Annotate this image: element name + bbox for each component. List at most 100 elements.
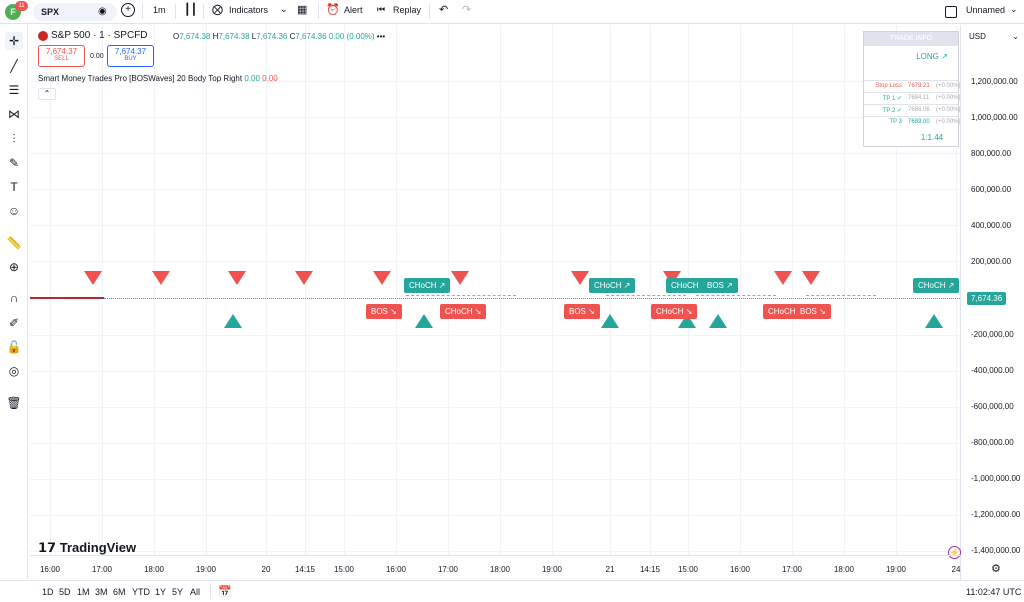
symbol-label: SPX	[41, 7, 60, 17]
chevron-down-icon: ⌄	[1012, 32, 1019, 41]
alert-icon[interactable]: ⏰	[326, 3, 340, 16]
divider	[203, 4, 204, 19]
bearish-marker	[451, 271, 469, 285]
symbol-title[interactable]: S&P 500 · 1 · SPCFD	[51, 30, 148, 41]
sell-button[interactable]: 7,674.37 SELL	[38, 45, 85, 67]
grid-line	[30, 407, 960, 408]
bearish-marker	[228, 271, 246, 285]
emoji-icon[interactable]: ☺	[5, 202, 23, 220]
price-label: 600,000.00	[971, 185, 1012, 194]
ruler-icon[interactable]: 📏	[5, 234, 23, 252]
chart-pane[interactable]: CHoCH ↗ CHoCH ↗ CHoCH ↗ BOS ↗ CHoCH ↗ BO…	[30, 25, 960, 555]
clock[interactable]: 11:02:47 UTC	[966, 587, 1021, 597]
grid-line	[30, 117, 960, 118]
bullish-marker	[224, 314, 242, 328]
range-3m[interactable]: 3M	[95, 587, 108, 597]
grid-line	[206, 25, 207, 555]
goto-date-icon[interactable]: 📅	[218, 585, 232, 598]
layout-checkbox[interactable]	[945, 6, 957, 18]
price-label: 1,000,000.00	[971, 113, 1018, 122]
forecast-icon[interactable]: ⫶	[5, 130, 23, 148]
symbol-logo	[38, 31, 48, 41]
zoom-icon[interactable]: ⊕	[5, 258, 23, 276]
time-label: 16:00	[385, 565, 407, 574]
grid-line	[30, 515, 960, 516]
trade-row-tp3: TP 3 7689.00 (+0.00%)	[864, 116, 961, 127]
indicator-legend[interactable]: Smart Money Trades Pro [BOSWaves] 20 Bod…	[38, 74, 278, 83]
range-1d[interactable]: 1D	[42, 587, 54, 597]
layouts-icon[interactable]: ▦	[297, 3, 307, 16]
bearish-marker	[373, 271, 391, 285]
trash-icon[interactable]: 🗑	[5, 394, 23, 412]
ohlc-readout: O7,674.38 H7,674.38 L7,674.36 C7,674.36 …	[173, 32, 386, 41]
settings-gear-icon[interactable]: ⚙	[991, 562, 1001, 575]
indicators-button[interactable]: Indicators	[229, 5, 268, 15]
alert-button[interactable]: Alert	[344, 5, 363, 15]
time-label: 21	[605, 565, 615, 574]
bearish-marker	[152, 271, 170, 285]
replay-icon[interactable]: ⏮	[377, 4, 385, 15]
compare-symbol-button[interactable]: +	[121, 3, 135, 17]
tv-logo-icon: 𝟭𝟳	[38, 540, 57, 555]
fib-icon[interactable]: ☰	[5, 81, 23, 99]
trendline-icon[interactable]: ╱	[5, 57, 23, 75]
current-price-tag: 7,674.36	[967, 292, 1007, 305]
grid-line	[30, 335, 960, 336]
top-toolbar: F 11 SPX ◉ + 1m ┃┃ ⨂ Indicators ⌄ ▦ ⏰ Al…	[0, 0, 1024, 24]
chevron-down-icon[interactable]: ⌄	[1010, 4, 1018, 15]
replay-button[interactable]: Replay	[393, 5, 421, 15]
bearish-marker	[571, 271, 589, 285]
grid-line	[30, 153, 960, 154]
time-label: 16:00	[39, 565, 61, 574]
divider	[318, 4, 319, 19]
time-label: 18:00	[833, 565, 855, 574]
time-label: 17:00	[781, 565, 803, 574]
range-5d[interactable]: 5D	[59, 587, 71, 597]
grid-line	[30, 551, 960, 552]
bos-label: BOS ↘	[795, 304, 831, 319]
grid-line	[30, 225, 960, 226]
grid-line	[154, 25, 155, 555]
bottom-toolbar: 1D 5D 1M 3M 6M YTD 1Y 5Y All 📅 11:02:47 …	[0, 580, 1024, 602]
price-label: -1,400,000.00	[971, 546, 1021, 555]
range-5y[interactable]: 5Y	[172, 587, 183, 597]
candle-style-icon[interactable]: ┃┃	[184, 3, 197, 16]
interval-button[interactable]: 1m	[153, 5, 166, 15]
chevron-down-icon[interactable]: ⌄	[280, 4, 288, 15]
undo-icon[interactable]: ↶	[439, 3, 448, 16]
bos-label: BOS ↘	[366, 304, 402, 319]
crosshair-icon[interactable]: ✛	[5, 32, 23, 50]
time-label: 19:00	[541, 565, 563, 574]
layout-name[interactable]: Unnamed	[966, 5, 1005, 15]
symbol-search[interactable]: SPX ◉	[33, 3, 117, 21]
text-icon[interactable]: T	[5, 178, 23, 196]
range-6m[interactable]: 6M	[113, 587, 126, 597]
eye-icon[interactable]: ◉	[98, 6, 107, 17]
indicators-icon[interactable]: ⨂	[212, 3, 223, 16]
risk-reward: 1:1.44	[920, 133, 944, 142]
grid-line	[50, 25, 51, 555]
eye-icon[interactable]: ◎	[5, 362, 23, 380]
pattern-icon[interactable]: ⋈	[5, 105, 23, 123]
redo-icon[interactable]: ↷	[462, 3, 471, 16]
buy-button[interactable]: 7,674.37 BUY	[107, 45, 154, 67]
price-axis[interactable]: USD ⌄ 1,200,000.00 1,000,000.00 800,000.…	[948, 25, 1024, 580]
time-label: 14:15	[294, 565, 316, 574]
magnet-icon[interactable]: ∩	[5, 289, 23, 307]
collapse-legend-button[interactable]: ⌃	[38, 88, 56, 100]
bearish-marker	[84, 271, 102, 285]
range-all[interactable]: All	[190, 587, 200, 597]
range-1m[interactable]: 1M	[77, 587, 90, 597]
currency-selector[interactable]: USD ⌄	[965, 29, 1023, 44]
bearish-marker	[802, 271, 820, 285]
time-label: 18:00	[489, 565, 511, 574]
lock-pencil-icon[interactable]: ✐	[5, 314, 23, 332]
time-label: 17:00	[91, 565, 113, 574]
time-label: 16:00	[729, 565, 751, 574]
brush-icon[interactable]: ✎	[5, 154, 23, 172]
range-1y[interactable]: 1Y	[155, 587, 166, 597]
time-axis[interactable]: 16:00 17:00 18:00 19:00 20 14:15 15:00 1…	[30, 555, 960, 579]
grid-line	[650, 25, 651, 555]
lock-icon[interactable]: 🔓	[5, 338, 23, 356]
range-ytd[interactable]: YTD	[132, 587, 150, 597]
